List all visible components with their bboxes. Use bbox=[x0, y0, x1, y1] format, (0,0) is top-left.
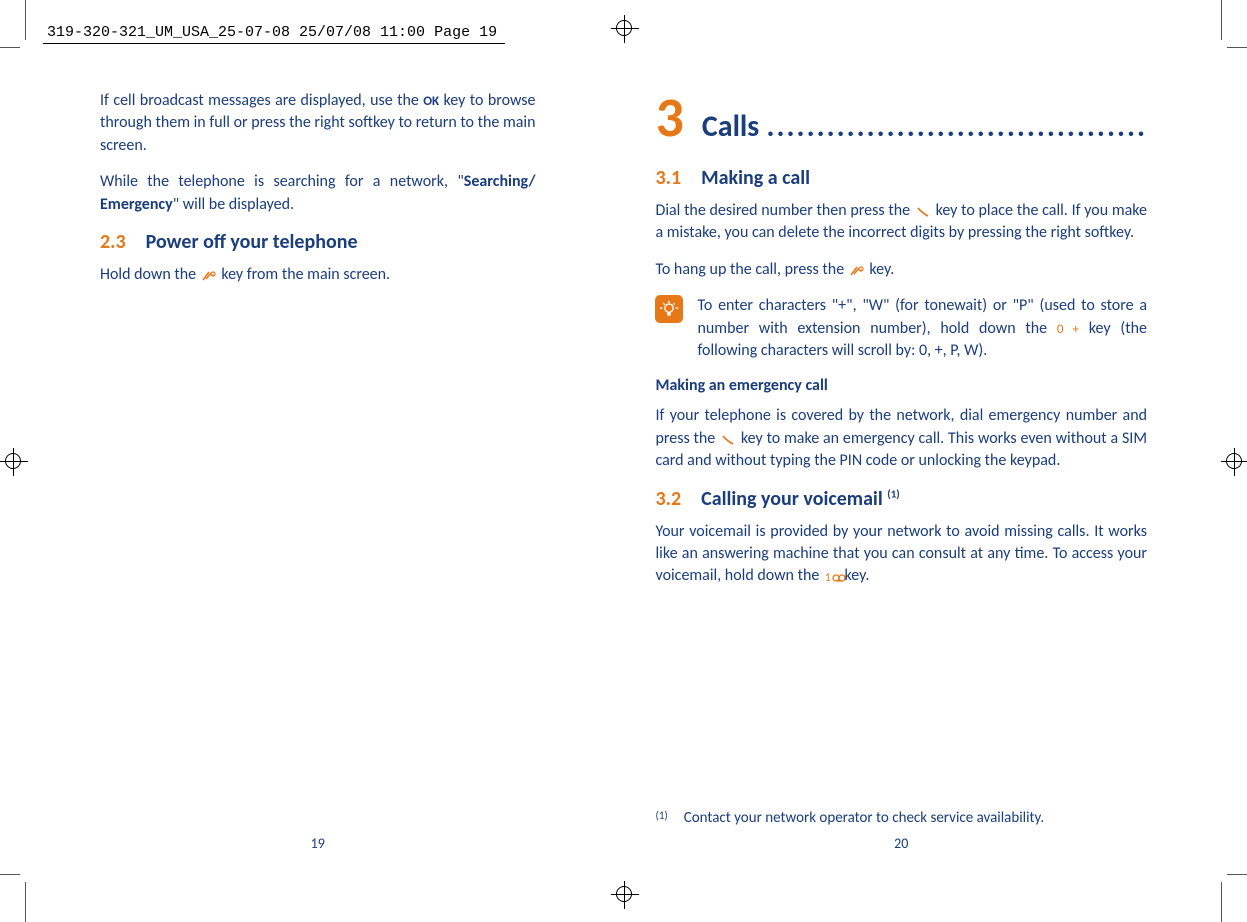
footnote-text: Contact your network operator to check s… bbox=[684, 809, 1044, 827]
end-key-icon bbox=[200, 268, 218, 282]
lightbulb-icon bbox=[655, 295, 683, 323]
footnote-ref: (1) bbox=[887, 487, 899, 500]
text: key. bbox=[845, 566, 870, 585]
one-voicemail-key-icon: 1 bbox=[823, 569, 841, 583]
heading-title: Making a call bbox=[701, 166, 810, 190]
text: If cell broadcast messages are displayed… bbox=[100, 91, 423, 110]
body-paragraph: To hang up the call, press the key. bbox=[655, 259, 1147, 281]
chapter-number: 3 bbox=[655, 90, 683, 146]
text: " will be displayed. bbox=[173, 195, 294, 214]
page-number-left: 19 bbox=[40, 835, 595, 852]
tip-text: To enter characters "+", "W" (for tonewa… bbox=[697, 295, 1147, 362]
page-number-right: 20 bbox=[595, 835, 1207, 852]
chapter-dots: ...................................... bbox=[767, 108, 1147, 145]
text: key from the main screen. bbox=[221, 265, 390, 284]
body-paragraph: If cell broadcast messages are displayed… bbox=[100, 90, 535, 157]
body-paragraph: Your voicemail is provided by your netwo… bbox=[655, 521, 1147, 588]
ok-key-icon: OK bbox=[423, 93, 439, 111]
footnote-marker: (1) bbox=[655, 809, 667, 827]
section-heading-3-1: 3.1 Making a call bbox=[655, 166, 1147, 190]
text: To enter characters "+", "W" (for tonewa… bbox=[697, 296, 1147, 337]
registration-mark-bottom bbox=[616, 886, 632, 902]
text: Dial the desired number then press the bbox=[655, 201, 913, 220]
registration-mark-left bbox=[5, 453, 21, 469]
body-paragraph: Dial the desired number then press the k… bbox=[655, 200, 1147, 245]
send-key-icon bbox=[719, 432, 737, 446]
body-paragraph: Hold down the key from the main screen. bbox=[100, 264, 535, 286]
end-key-icon bbox=[848, 263, 866, 277]
text: Hold down the bbox=[100, 265, 200, 284]
body-paragraph: While the telephone is searching for a n… bbox=[100, 171, 535, 216]
chapter-title: Calls bbox=[702, 108, 759, 145]
text: key. bbox=[869, 260, 894, 279]
send-key-icon bbox=[914, 204, 932, 218]
zero-plus-key-icon: 0 + bbox=[1057, 322, 1079, 337]
heading-number: 3.2 bbox=[655, 487, 681, 511]
spread-container: If cell broadcast messages are displayed… bbox=[40, 55, 1207, 867]
page-right: 3 Calls ................................… bbox=[595, 55, 1207, 867]
heading-title: Calling your voicemail (1) bbox=[701, 487, 900, 511]
registration-mark-top bbox=[616, 20, 632, 36]
heading-title: Power off your telephone bbox=[146, 230, 358, 254]
body-paragraph: If your telephone is covered by the netw… bbox=[655, 405, 1147, 472]
sub-heading: Making an emergency call bbox=[655, 376, 1147, 395]
chapter-heading: 3 Calls ................................… bbox=[655, 90, 1147, 146]
heading-number: 3.1 bbox=[655, 166, 681, 190]
text: Your voicemail is provided by your netwo… bbox=[655, 522, 1147, 586]
registration-mark-right bbox=[1226, 453, 1242, 469]
footnote: (1) Contact your network operator to che… bbox=[655, 809, 1147, 827]
section-heading-3-2: 3.2 Calling your voicemail (1) bbox=[655, 487, 1147, 511]
svg-text:1: 1 bbox=[825, 571, 831, 584]
print-header-info: 319-320-321_UM_USA_25-07-08 25/07/08 11:… bbox=[43, 22, 505, 44]
tip-box: To enter characters "+", "W" (for tonewa… bbox=[655, 295, 1147, 362]
section-heading-2-3: 2.3 Power off your telephone bbox=[100, 230, 535, 254]
text: While the telephone is searching for a n… bbox=[100, 172, 464, 191]
heading-number: 2.3 bbox=[100, 230, 126, 254]
text: To hang up the call, press the bbox=[655, 260, 847, 279]
page-left: If cell broadcast messages are displayed… bbox=[40, 55, 595, 867]
